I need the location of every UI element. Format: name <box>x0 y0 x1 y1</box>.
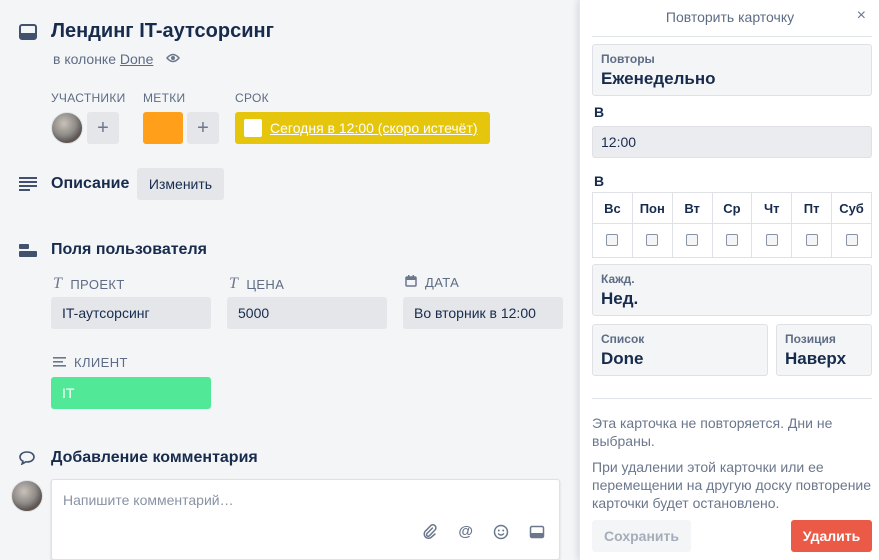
day-checkbox-mon[interactable] <box>646 234 659 247</box>
custom-fields-heading: Поля пользователя <box>51 241 207 258</box>
list-value: Done <box>601 349 644 368</box>
day-header-thu: Чт <box>751 192 793 224</box>
each-select[interactable]: Кажд. Нед. <box>592 264 872 316</box>
calendar-icon <box>405 275 417 290</box>
repeat-card-popover: Повторить карточку × Повторы Еженедельно… <box>579 0 879 560</box>
description-icon <box>19 177 37 191</box>
in-list-prefix: в колонке <box>53 51 116 67</box>
day-cell-fri <box>791 223 833 258</box>
field-date-label: ДАТА <box>405 275 459 290</box>
weekday-table: Вс Пон Вт Ср Чт Пт Суб <box>592 192 872 258</box>
comment-placeholder: Напишите комментарий… <box>63 492 234 508</box>
member-avatar[interactable] <box>51 112 83 144</box>
time-input[interactable]: 12:00 <box>592 126 872 158</box>
day-header-sat: Суб <box>831 192 872 224</box>
list-type-icon <box>53 355 66 370</box>
due-label: СРОК <box>235 91 269 105</box>
time-label: В <box>594 104 605 120</box>
list-label: Список <box>601 332 645 346</box>
due-date-badge[interactable]: Сегодня в 12:00 (скоро истечёт) <box>235 112 490 144</box>
day-cell-wed <box>711 223 753 258</box>
day-checkbox-thu[interactable] <box>765 234 778 247</box>
list-select[interactable]: Список Done <box>592 324 768 376</box>
repeats-value: Еженедельно <box>601 69 716 88</box>
field-client-dropdown[interactable]: IT <box>51 377 211 409</box>
delete-button[interactable]: Удалить <box>791 520 872 552</box>
days-label: В <box>594 173 605 189</box>
comment-icon <box>19 451 35 465</box>
not-repeating-note: Эта карточка не повторяется. Дни не выбр… <box>592 415 833 449</box>
field-project-label: T ПРОЕКТ <box>53 275 125 293</box>
due-date-text[interactable]: Сегодня в 12:00 (скоро истечёт) <box>270 120 478 136</box>
day-checkbox-sun[interactable] <box>606 234 619 247</box>
field-price-label: T ЦЕНА <box>229 275 284 293</box>
field-project-label-text: ПРОЕКТ <box>70 276 125 292</box>
comment-toolbar: @ <box>422 524 545 545</box>
current-user-avatar <box>11 480 43 512</box>
each-value: Нед. <box>601 289 639 308</box>
custom-fields-icon <box>19 244 37 258</box>
plus-icon: + <box>97 116 109 139</box>
add-label-button[interactable]: + <box>187 112 219 144</box>
add-member-button[interactable]: + <box>87 112 119 144</box>
position-select[interactable]: Позиция Наверх <box>776 324 872 376</box>
field-date-label-text: ДАТА <box>425 275 460 290</box>
emoji-icon[interactable] <box>493 524 509 545</box>
list-link[interactable]: Done <box>120 51 153 67</box>
members-label: УЧАСТНИКИ <box>51 91 126 105</box>
day-header-fri: Пт <box>791 192 833 224</box>
day-header-wed: Ср <box>711 192 753 224</box>
day-cell-sat <box>831 223 872 258</box>
text-type-icon: T <box>229 275 239 292</box>
card-link-icon[interactable] <box>529 524 545 545</box>
field-client-label-text: КЛИЕНТ <box>74 355 128 370</box>
day-cell-mon <box>631 223 673 258</box>
comment-heading: Добавление комментария <box>51 449 258 466</box>
watch-eye-icon[interactable] <box>166 53 180 63</box>
labels-label: МЕТКИ <box>143 91 186 105</box>
day-checkbox-tue[interactable] <box>686 234 699 247</box>
mention-icon[interactable]: @ <box>458 524 473 545</box>
due-complete-checkbox[interactable] <box>244 119 262 137</box>
day-cell-thu <box>751 223 793 258</box>
card-label-orange[interactable] <box>143 112 183 144</box>
day-checkbox-wed[interactable] <box>725 234 738 247</box>
day-checkbox-fri[interactable] <box>805 234 818 247</box>
day-header-mon: Пон <box>631 192 673 224</box>
edit-description-button[interactable]: Изменить <box>137 168 224 200</box>
card-title[interactable]: Лендинг IT-аутсорсинг <box>51 20 274 43</box>
delete-warning-note: При удалении этой карточки или ее переме… <box>592 459 872 511</box>
field-client-label: КЛИЕНТ <box>53 355 128 370</box>
field-price-input[interactable]: 5000 <box>227 297 387 329</box>
card-icon <box>19 24 37 40</box>
repeats-label: Повторы <box>601 52 655 66</box>
field-project-input[interactable]: IT-аутсорсинг <box>51 297 211 329</box>
field-price-label-text: ЦЕНА <box>246 276 285 292</box>
plus-icon: + <box>197 116 209 139</box>
attachment-icon[interactable] <box>422 524 438 545</box>
position-label: Позиция <box>785 332 836 346</box>
day-header-sun: Вс <box>592 192 633 224</box>
card-detail-panel: Лендинг IT-аутсорсинг в колонке Done УЧА… <box>0 0 579 560</box>
close-icon[interactable]: × <box>857 7 866 25</box>
save-button[interactable]: Сохранить <box>592 520 691 552</box>
description-heading: Описание <box>51 175 130 192</box>
day-header-tue: Вт <box>671 192 713 224</box>
comment-input[interactable]: Напишите комментарий… @ <box>51 479 560 560</box>
card-list-info: в колонке Done <box>53 51 153 67</box>
popover-title: Повторить карточку <box>665 9 795 25</box>
day-cell-sun <box>592 223 633 258</box>
divider <box>592 398 872 399</box>
day-cell-tue <box>671 223 713 258</box>
position-value: Наверх <box>785 349 847 368</box>
divider <box>592 36 872 37</box>
field-date-input[interactable]: Во вторник в 12:00 <box>403 297 563 329</box>
each-label: Кажд. <box>601 272 635 286</box>
repeats-select[interactable]: Повторы Еженедельно <box>592 44 872 96</box>
text-type-icon: T <box>53 275 63 292</box>
day-checkbox-sat[interactable] <box>845 234 858 247</box>
